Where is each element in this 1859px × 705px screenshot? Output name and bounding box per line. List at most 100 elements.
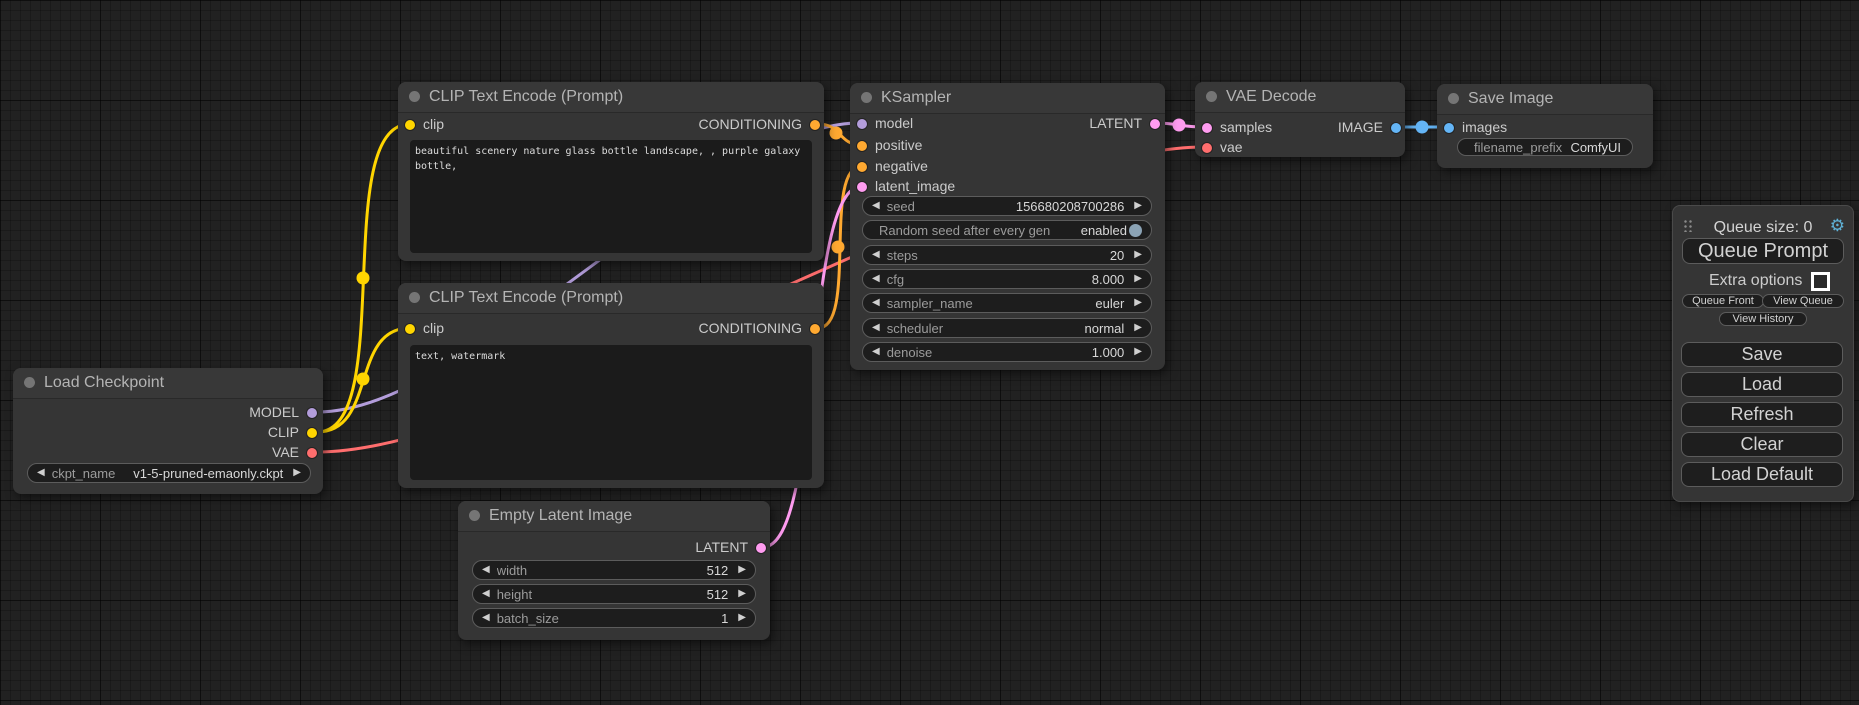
latent-port-dot[interactable] — [1150, 119, 1160, 129]
width-widget[interactable]: ◀ width 512 ▶ — [472, 560, 756, 580]
output-model: MODEL — [249, 404, 317, 420]
node-titlebar[interactable]: Load Checkpoint — [13, 368, 323, 399]
stepper-left-icon[interactable]: ◀ — [482, 608, 490, 628]
collapse-dot-icon[interactable] — [1448, 93, 1459, 104]
image-port-dot[interactable] — [1444, 123, 1454, 133]
stepper-left-icon[interactable]: ◀ — [37, 463, 45, 483]
clip-port-dot[interactable] — [307, 428, 317, 438]
queue-front-button[interactable]: Queue Front — [1682, 294, 1764, 308]
output-latent: LATENT — [1089, 115, 1160, 131]
output-image: IMAGE — [1338, 119, 1401, 135]
steps-widget[interactable]: ◀ steps 20 ▶ — [862, 245, 1152, 265]
link-dot — [357, 272, 370, 285]
output-conditioning: CONDITIONING — [699, 116, 820, 132]
input-model: model — [857, 115, 913, 131]
seed-widget[interactable]: ◀ seed 156680208700286 ▶ — [862, 196, 1152, 216]
stepper-right-icon[interactable]: ▶ — [1134, 245, 1142, 265]
prompt-text-widget[interactable]: beautiful scenery nature glass bottle la… — [410, 140, 812, 253]
node-title: Load Checkpoint — [44, 374, 164, 391]
conditioning-port-dot[interactable] — [810, 120, 820, 130]
stepper-left-icon[interactable]: ◀ — [872, 245, 880, 265]
node-titlebar[interactable]: KSampler — [850, 83, 1165, 114]
vae-port-dot[interactable] — [307, 448, 317, 458]
output-conditioning: CONDITIONING — [699, 320, 820, 336]
image-port-dot[interactable] — [1391, 123, 1401, 133]
clip-port-dot[interactable] — [405, 120, 415, 130]
node-empty-latent-image[interactable]: Empty Latent Image LATENT ◀ width 512 ▶ … — [458, 501, 770, 640]
stepper-right-icon[interactable]: ▶ — [738, 560, 746, 580]
cfg-widget[interactable]: ◀ cfg 8.000 ▶ — [862, 269, 1152, 289]
clip-port-dot[interactable] — [405, 324, 415, 334]
load-button[interactable]: Load — [1681, 372, 1843, 397]
node-graph-canvas[interactable]: Load Checkpoint MODEL CLIP VAE ◀ ckpt_na… — [0, 0, 1859, 705]
conditioning-port-dot[interactable] — [810, 324, 820, 334]
sampler-name-widget[interactable]: ◀ sampler_name euler ▶ — [862, 293, 1152, 313]
collapse-dot-icon[interactable] — [469, 510, 480, 521]
batch-size-widget[interactable]: ◀ batch_size 1 ▶ — [472, 608, 756, 628]
node-titlebar[interactable]: VAE Decode — [1195, 82, 1405, 113]
denoise-widget[interactable]: ◀ denoise 1.000 ▶ — [862, 342, 1152, 362]
settings-gear-icon[interactable]: ⚙ — [1830, 217, 1845, 234]
node-vae-decode[interactable]: VAE Decode samples vae IMAGE — [1195, 82, 1405, 157]
stepper-right-icon[interactable]: ▶ — [1134, 293, 1142, 313]
node-clip-text-encode-positive[interactable]: CLIP Text Encode (Prompt) clip CONDITION… — [398, 82, 824, 261]
latent-port-dot[interactable] — [756, 543, 766, 553]
stepper-left-icon[interactable]: ◀ — [872, 269, 880, 289]
conditioning-port-dot[interactable] — [857, 141, 867, 151]
vae-port-dot[interactable] — [1202, 143, 1212, 153]
queue-prompt-button[interactable]: Queue Prompt — [1682, 238, 1844, 264]
ckpt-name-widget[interactable]: ◀ ckpt_name v1-5-pruned-emaonly.ckpt ▶ — [27, 463, 311, 483]
stepper-right-icon[interactable]: ▶ — [1134, 269, 1142, 289]
node-titlebar[interactable]: CLIP Text Encode (Prompt) — [398, 283, 824, 314]
stepper-left-icon[interactable]: ◀ — [482, 584, 490, 604]
random-seed-widget[interactable]: Random seed after every gen enabled — [862, 220, 1152, 240]
save-button[interactable]: Save — [1681, 342, 1843, 367]
stepper-left-icon[interactable]: ◀ — [872, 293, 880, 313]
stepper-left-icon[interactable]: ◀ — [872, 196, 880, 216]
height-widget[interactable]: ◀ height 512 ▶ — [472, 584, 756, 604]
input-clip: clip — [405, 116, 444, 132]
load-default-button[interactable]: Load Default — [1681, 462, 1843, 487]
node-titlebar[interactable]: Save Image — [1437, 84, 1653, 115]
model-port-dot[interactable] — [857, 119, 867, 129]
input-clip: clip — [405, 320, 444, 336]
node-clip-text-encode-negative[interactable]: CLIP Text Encode (Prompt) clip CONDITION… — [398, 283, 824, 488]
stepper-right-icon[interactable]: ▶ — [738, 584, 746, 604]
collapse-dot-icon[interactable] — [409, 292, 420, 303]
output-vae: VAE — [272, 444, 317, 460]
collapse-dot-icon[interactable] — [861, 92, 872, 103]
refresh-button[interactable]: Refresh — [1681, 402, 1843, 427]
clear-button[interactable]: Clear — [1681, 432, 1843, 457]
view-history-button[interactable]: View History — [1719, 312, 1807, 326]
stepper-right-icon[interactable]: ▶ — [1134, 196, 1142, 216]
link-dot — [1173, 119, 1186, 132]
toggle-knob-icon[interactable] — [1129, 224, 1142, 237]
collapse-dot-icon[interactable] — [24, 377, 35, 388]
extra-options-label: Extra options — [1709, 272, 1802, 290]
stepper-right-icon[interactable]: ▶ — [738, 608, 746, 628]
collapse-dot-icon[interactable] — [409, 91, 420, 102]
node-ksampler[interactable]: KSampler model positive negative latent_… — [850, 83, 1165, 370]
stepper-right-icon[interactable]: ▶ — [1134, 318, 1142, 338]
stepper-right-icon[interactable]: ▶ — [293, 463, 301, 483]
stepper-left-icon[interactable]: ◀ — [872, 318, 880, 338]
node-save-image[interactable]: Save Image images filename_prefix ComfyU… — [1437, 84, 1653, 168]
model-port-dot[interactable] — [307, 408, 317, 418]
prompt-text-widget[interactable]: text, watermark — [410, 345, 812, 480]
collapse-dot-icon[interactable] — [1206, 91, 1217, 102]
node-load-checkpoint[interactable]: Load Checkpoint MODEL CLIP VAE ◀ ckpt_na… — [13, 368, 323, 494]
latent-port-dot[interactable] — [857, 182, 867, 192]
node-titlebar[interactable]: CLIP Text Encode (Prompt) — [398, 82, 824, 113]
stepper-left-icon[interactable]: ◀ — [482, 560, 490, 580]
node-title: Empty Latent Image — [489, 507, 632, 524]
view-queue-button[interactable]: View Queue — [1762, 294, 1844, 308]
stepper-right-icon[interactable]: ▶ — [1134, 342, 1142, 362]
stepper-left-icon[interactable]: ◀ — [872, 342, 880, 362]
latent-port-dot[interactable] — [1202, 123, 1212, 133]
input-images: images — [1444, 119, 1507, 135]
scheduler-widget[interactable]: ◀ scheduler normal ▶ — [862, 318, 1152, 338]
conditioning-port-dot[interactable] — [857, 162, 867, 172]
filename-prefix-widget[interactable]: filename_prefix ComfyUI — [1457, 138, 1633, 156]
node-titlebar[interactable]: Empty Latent Image — [458, 501, 770, 532]
extra-options-checkbox[interactable] — [1811, 272, 1830, 291]
